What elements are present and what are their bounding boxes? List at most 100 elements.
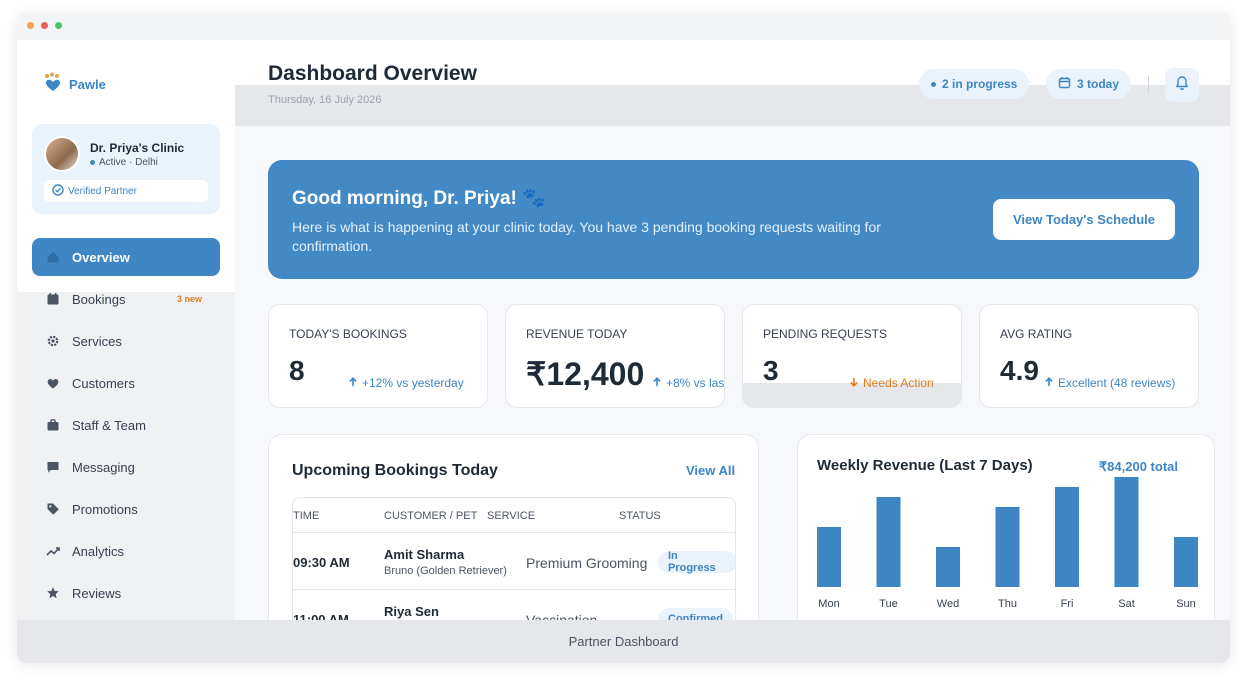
bookings-table: TIME CUSTOMER / PET SERVICE STATUS 09:30…: [292, 497, 736, 620]
sidebar-item-label: Customers: [72, 375, 135, 391]
today-pill[interactable]: 3 today: [1046, 69, 1132, 99]
stat-label: PENDING REQUESTS: [763, 327, 888, 341]
arrow-up-icon: [652, 376, 662, 390]
clinic-card[interactable]: Dr. Priya's Clinic Active · Delhi Verifi…: [32, 124, 220, 214]
welcome-banner: Good morning, Dr. Priya! 🐾 Here is what …: [268, 160, 1199, 279]
sidebar-item-label: Analytics: [72, 543, 125, 559]
header-divider: [1148, 76, 1149, 94]
progress-dot-icon: [931, 81, 936, 87]
column-header-status[interactable]: STATUS: [619, 510, 661, 522]
column-header-time[interactable]: TIME: [293, 510, 319, 522]
welcome-title: Good morning, Dr. Priya! 🐾: [292, 188, 546, 209]
chart-bar-fri[interactable]: [1055, 487, 1079, 587]
sidebar-item-staff-team[interactable]: Staff & Team: [32, 406, 220, 444]
stat-label: AVG RATING: [1000, 327, 1073, 341]
heart-icon: [46, 376, 60, 390]
sidebar-item-promotions[interactable]: Promotions: [32, 490, 220, 528]
chart-tick-label: Tue: [879, 598, 898, 610]
stat-trend-text: +8% vs last w: [666, 376, 725, 390]
stat-trend: Excellent (48 reviews): [1044, 376, 1175, 390]
sidebar-item-label: Overview: [72, 249, 130, 265]
stat-card-pending-requests[interactable]: PENDING REQUESTS 3 Needs Action: [742, 304, 962, 408]
check-circle-icon: [52, 183, 64, 199]
stat-trend-text: Needs Action: [863, 376, 934, 390]
column-header-customer[interactable]: CUSTOMER / PET: [384, 510, 477, 522]
notifications-button[interactable]: [1165, 68, 1199, 102]
chart-tick-label: Mon: [818, 598, 839, 610]
main-content: Dashboard Overview Thursday, 16 July 202…: [235, 40, 1230, 620]
stat-label: REVENUE TODAY: [526, 327, 628, 341]
stat-card-today-s-bookings[interactable]: TODAY'S BOOKINGS 8 +12% vs yesterday: [268, 304, 488, 408]
view-schedule-button[interactable]: View Today's Schedule: [993, 199, 1175, 240]
weekly-revenue-card: Weekly Revenue (Last 7 Days) ₹84,200 tot…: [797, 434, 1215, 620]
in-progress-label: 2 in progress: [942, 77, 1018, 91]
brand-logo[interactable]: Pawle: [42, 72, 106, 97]
sidebar-item-reviews[interactable]: Reviews: [32, 574, 220, 612]
verified-label: Verified Partner: [68, 185, 137, 197]
sidebar-nav: Overview Bookings 3 new Services Customers St…: [32, 238, 220, 616]
page-header: Dashboard Overview Thursday, 16 July 202…: [235, 40, 1230, 126]
booking-time: 11:00 AM: [293, 612, 349, 620]
window-titlebar: [17, 12, 1230, 40]
paw-heart-icon: [42, 72, 64, 97]
in-progress-pill[interactable]: 2 in progress: [919, 69, 1030, 99]
sidebar-item-label: Promotions: [72, 501, 138, 517]
sidebar-item-analytics[interactable]: Analytics: [32, 532, 220, 570]
welcome-text: Here is what is happening at your clinic…: [292, 219, 881, 254]
stat-value: ₹12,400: [526, 356, 645, 392]
sidebar-item-label: Staff & Team: [72, 417, 146, 433]
page-title: Dashboard Overview: [268, 62, 477, 85]
upcoming-bookings-card: Upcoming Bookings Today View All TIME CU…: [268, 434, 759, 620]
clinic-name: Dr. Priya's Clinic: [90, 141, 185, 155]
table-row[interactable]: 11:00 AM Riya Sen Vaccination Confirmed: [293, 589, 735, 620]
chart-bar-mon[interactable]: [817, 527, 841, 587]
gear-icon: [46, 334, 60, 348]
stat-label: TODAY'S BOOKINGS: [289, 327, 407, 341]
chart-bar-tue[interactable]: [876, 497, 901, 587]
chart-bar-thu[interactable]: [995, 507, 1020, 587]
sidebar-item-bookings[interactable]: Bookings 3 new: [32, 280, 220, 318]
sidebar-item-customers[interactable]: Customers: [32, 364, 220, 402]
window-dot-minimize[interactable]: [27, 22, 34, 29]
table-row[interactable]: 09:30 AM Amit Sharma Bruno (Golden Retri…: [293, 532, 735, 589]
trend-icon: [46, 544, 60, 558]
revenue-bar-chart: Mon Tue Wed Thu Fri Sat Sun: [817, 477, 1198, 610]
footer-bar: Partner Dashboard: [17, 620, 1230, 663]
stat-value: 8: [289, 355, 305, 386]
chart-bar-wed[interactable]: [936, 547, 960, 587]
view-all-link[interactable]: View All: [686, 463, 735, 478]
service-name: Premium Grooming: [526, 555, 648, 571]
bookings-title: Upcoming Bookings Today: [292, 462, 498, 479]
arrow-up-icon: [1044, 376, 1054, 390]
stat-card-avg-rating[interactable]: AVG RATING 4.9 Excellent (48 reviews): [979, 304, 1199, 408]
column-header-service[interactable]: SERVICE: [487, 510, 535, 522]
stat-value: 3: [763, 355, 779, 386]
avatar: [44, 136, 80, 172]
booking-time: 09:30 AM: [293, 555, 350, 570]
star-icon: [46, 586, 60, 600]
sidebar-item-label: Reviews: [72, 585, 122, 601]
window-dot-maximize[interactable]: [55, 22, 62, 29]
arrow-down-icon: [849, 376, 859, 390]
calendar-icon: [1058, 76, 1071, 92]
clinic-status: Active · Delhi: [90, 157, 158, 168]
clinic-status-text: Active · Delhi: [99, 157, 158, 168]
stat-card-revenue-today[interactable]: REVENUE TODAY ₹12,400 +8% vs last w: [505, 304, 725, 408]
status-badge: Confirmed: [658, 608, 733, 620]
chart-bar-sun[interactable]: [1174, 537, 1198, 587]
sidebar-item-label: Services: [72, 333, 122, 349]
briefcase-icon: [46, 418, 60, 432]
status-dot-icon: [90, 160, 95, 165]
sidebar-item-services[interactable]: Services: [32, 322, 220, 360]
chart-tick-label: Sun: [1176, 598, 1196, 610]
sidebar-item-label: Messaging: [72, 459, 135, 475]
sidebar-item-overview[interactable]: Overview: [32, 238, 220, 276]
stat-value: 4.9: [1000, 355, 1039, 386]
tag-icon: [46, 502, 60, 516]
chart-tick-label: Sat: [1118, 598, 1135, 610]
customer-name: Riya Sen: [384, 604, 439, 619]
sidebar-item-messaging[interactable]: Messaging: [32, 448, 220, 486]
chart-bar-sat[interactable]: [1114, 477, 1139, 587]
window-dot-close[interactable]: [41, 22, 48, 29]
calendar-icon: [46, 292, 60, 306]
